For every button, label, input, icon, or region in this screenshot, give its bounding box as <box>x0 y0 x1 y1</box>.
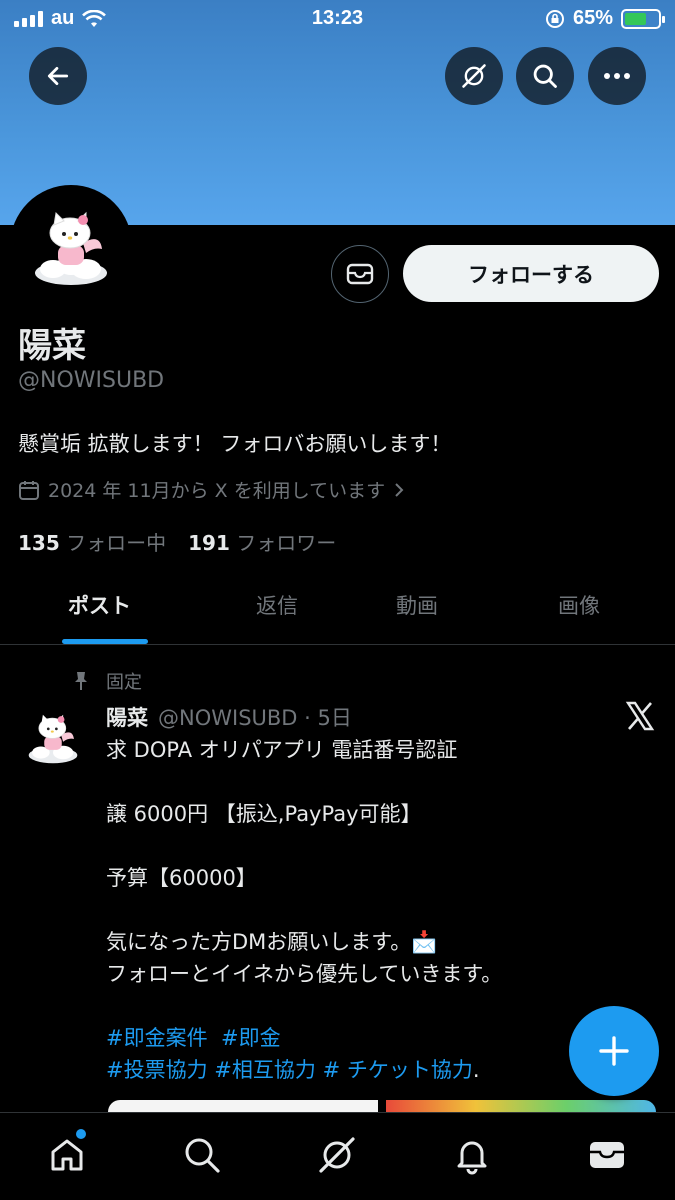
hashtag-line: #投票協力 #相互協力 # チケット協力. <box>106 1054 646 1086</box>
status-right: 65% <box>545 7 665 30</box>
joined-text: 2024 年 11月から X を利用しています <box>48 480 386 502</box>
hashtag-suffix: . <box>472 1058 480 1082</box>
mail-icon <box>346 263 374 285</box>
grok-icon <box>462 64 486 88</box>
pinned-text: 固定 <box>106 672 142 693</box>
media-image[interactable] <box>386 1100 656 1112</box>
nav-grok[interactable] <box>315 1133 359 1177</box>
tab-replies[interactable]: 返信 <box>256 590 298 620</box>
battery-fill <box>625 12 646 25</box>
followers-link[interactable]: 191 フォロワー <box>188 527 336 556</box>
grok-button[interactable] <box>445 47 503 105</box>
battery-icon <box>621 8 665 29</box>
orientation-lock-icon <box>545 9 564 28</box>
tab-posts[interactable]: ポスト <box>68 590 131 620</box>
follow-button[interactable]: フォローする <box>403 245 659 302</box>
nav-notifications[interactable] <box>450 1133 494 1177</box>
post-author-name[interactable]: 陽菜 <box>106 702 148 732</box>
following-label: フォロー中 <box>66 531 167 555</box>
plus-icon <box>599 1036 629 1066</box>
following-link[interactable]: 135 フォロー中 <box>18 527 166 556</box>
profile-bio: 懸賞垢 拡散します！ フォロバお願いします！ <box>18 432 452 456</box>
message-button[interactable] <box>331 245 389 303</box>
active-tab-indicator <box>62 639 148 644</box>
tab-images[interactable]: 画像 <box>558 590 600 620</box>
back-button[interactable] <box>29 47 87 105</box>
media-image[interactable] <box>108 1100 378 1112</box>
hashtag[interactable]: #即金案件 <box>106 1026 208 1050</box>
post-line: 譲 6000円 【振込,PayPay可能】 <box>106 802 422 826</box>
grok-icon <box>319 1137 355 1173</box>
battery-percent: 65% <box>572 7 613 29</box>
mail-icon <box>590 1142 624 1168</box>
post-line <box>106 766 646 798</box>
back-arrow-icon <box>47 67 69 85</box>
chevron-right-icon <box>395 482 404 497</box>
hashtag[interactable]: #即金 <box>221 1026 281 1050</box>
hashtag[interactable]: #投票協力 <box>106 1058 208 1082</box>
post-line <box>106 894 646 926</box>
profile-name: 陽菜 <box>18 326 86 366</box>
bell-icon <box>457 1141 487 1175</box>
nav-home[interactable] <box>45 1133 89 1177</box>
post-line: フォローとイイネから優先していきます。 <box>106 962 503 986</box>
post-line: 気になった方DMお願いします。📩 <box>106 930 438 954</box>
pin-icon <box>75 672 87 690</box>
hashtag[interactable]: #相互協力 <box>214 1058 316 1082</box>
search-icon <box>185 1138 220 1173</box>
post-line: 予算【60000】 <box>106 866 257 890</box>
kitty-angel-icon <box>28 714 78 764</box>
hashtag[interactable]: # チケット協力 <box>323 1058 473 1082</box>
calendar-icon <box>19 480 39 500</box>
followers-count: 191 <box>188 531 230 555</box>
x-logo-icon[interactable] <box>624 700 656 732</box>
home-icon <box>51 1139 83 1171</box>
post-body: 求 DOPA オリパアプリ 電話番号認証譲 6000円 【振込,PayPay可能… <box>106 734 646 1086</box>
status-bar: au 13:23 65% <box>0 0 675 40</box>
bottom-nav <box>0 1112 675 1200</box>
notification-dot <box>76 1129 86 1139</box>
post-text: 求 DOPA オリパアプリ 電話番号認証譲 6000円 【振込,PayPay可能… <box>106 734 646 1022</box>
profile-handle: @NOWISUBD <box>18 368 165 393</box>
joined-date[interactable]: 2024 年 11月から X を利用しています <box>18 476 405 503</box>
nav-messages[interactable] <box>585 1133 629 1177</box>
profile-tabs: ポスト 返信 動画 画像 <box>0 570 675 645</box>
search-icon <box>533 64 557 88</box>
tab-videos[interactable]: 動画 <box>396 590 438 620</box>
post-header: 陽菜 @NOWISUBD · 5日 <box>106 702 352 732</box>
follow-stats: 135 フォロー中 191 フォロワー <box>18 527 336 556</box>
avatar[interactable] <box>10 185 132 307</box>
following-count: 135 <box>18 531 60 555</box>
search-button[interactable] <box>516 47 574 105</box>
post-line: 求 DOPA オリパアプリ 電話番号認証 <box>106 738 458 762</box>
post-author-meta[interactable]: @NOWISUBD · 5日 <box>158 702 352 732</box>
post-line <box>106 990 646 1022</box>
post-avatar[interactable] <box>22 706 84 768</box>
post-line <box>106 830 646 862</box>
kitty-angel-icon <box>35 211 107 285</box>
post-media[interactable] <box>108 1100 656 1112</box>
compose-button[interactable] <box>569 1006 659 1096</box>
more-icon <box>604 73 630 79</box>
hashtag-line: #即金案件 #即金 <box>106 1022 646 1054</box>
nav-search[interactable] <box>180 1133 224 1177</box>
avatar-image <box>15 190 127 302</box>
followers-label: フォロワー <box>236 531 337 555</box>
more-button[interactable] <box>588 47 646 105</box>
pinned-label: 固定 <box>72 668 142 694</box>
